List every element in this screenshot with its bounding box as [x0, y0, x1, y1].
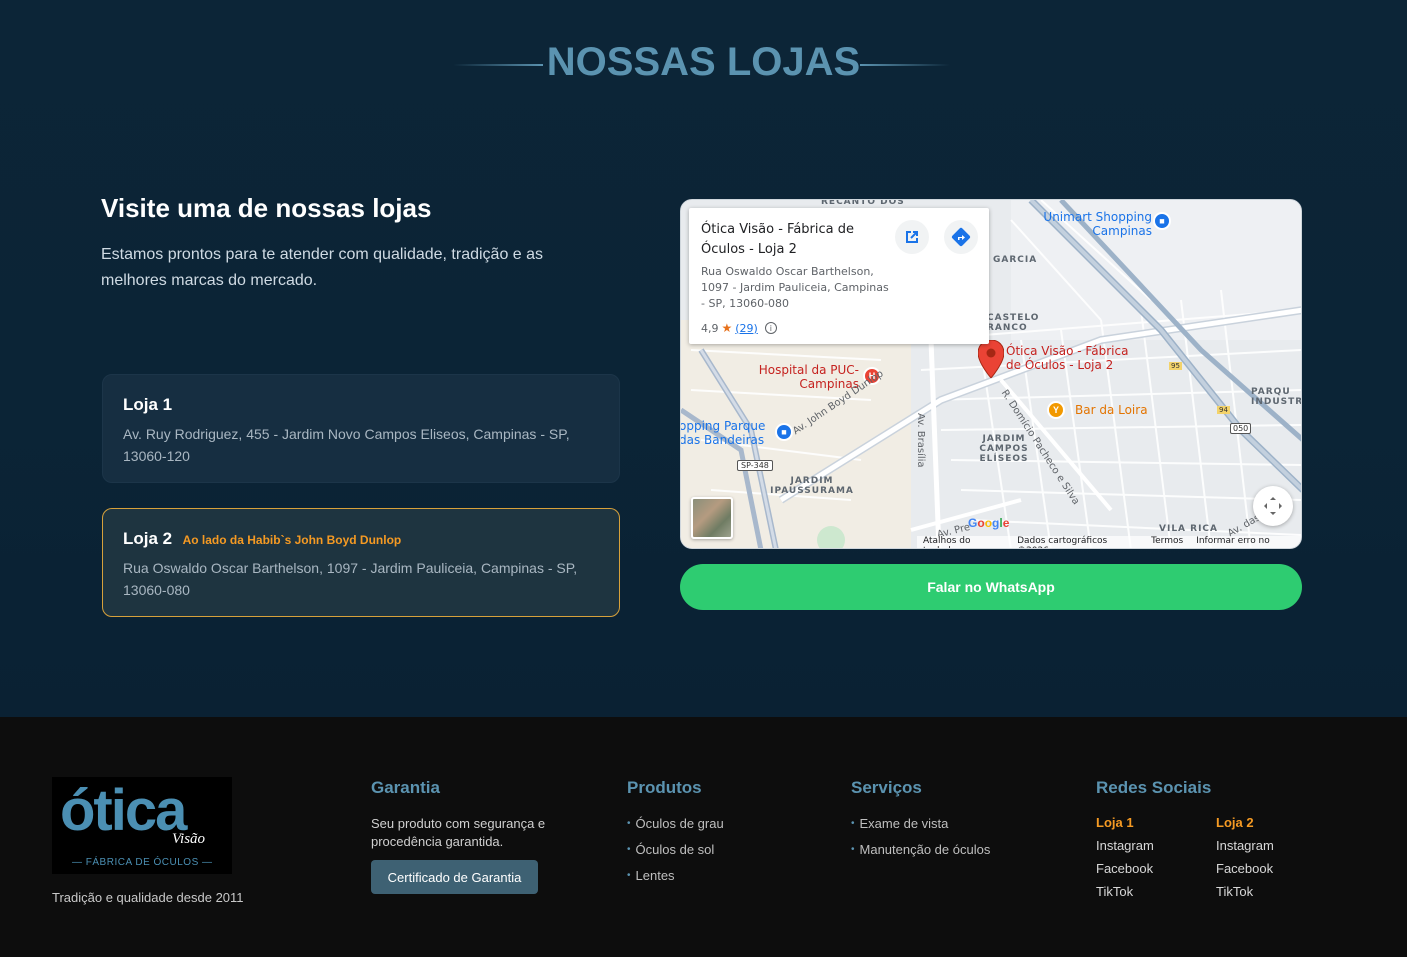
logo[interactable]: ótica Visão — FÁBRICA DE ÓCULOS — — [52, 777, 232, 874]
garantia-text: Seu produto com segurança e procedência … — [371, 816, 546, 849]
map-route-94: 94 — [1217, 406, 1230, 414]
store-name: Loja 1 — [123, 395, 173, 414]
location-pin-icon[interactable] — [978, 340, 1004, 378]
keyboard-shortcuts-link[interactable]: Atalhos do teclado — [923, 536, 1004, 548]
produtos-title: Produtos — [627, 778, 702, 797]
store-tag: Ao lado da Habib`s John Boyd Dunlop — [182, 533, 402, 547]
servicos-item-label: Manutenção de óculos — [859, 841, 991, 857]
bullet-icon: • — [627, 843, 631, 855]
servicos-item[interactable]: • Manutenção de óculos — [851, 836, 990, 862]
servicos-title: Serviços — [851, 778, 922, 797]
bullet-icon: • — [627, 869, 631, 881]
map-info-card: Ótica Visão - Fábrica de Óculos - Loja 2… — [689, 208, 989, 344]
google-logo: Google — [968, 516, 1010, 530]
place-address: Rua Oswaldo Oscar Barthelson, 1097 - Jar… — [701, 265, 889, 310]
servicos-list: • Exame de vista • Manutenção de óculos — [851, 810, 990, 862]
map-label-campos-eliseos: JARDIM CAMPOS ELÍSEOS — [979, 434, 1029, 464]
social-head: Loja 1 — [1096, 815, 1134, 830]
store-address: Rua Oswaldo Oscar Barthelson, 1097 - Jar… — [123, 560, 578, 598]
cocktail-icon[interactable]: Y — [1047, 401, 1065, 419]
title-decoration-right — [860, 64, 950, 66]
map-label-ipaussurama: JARDIM IPAUSSURAMA — [770, 476, 854, 496]
bullet-icon: • — [627, 817, 631, 829]
map-route-050: 050 — [1230, 423, 1252, 434]
logo-otica-text: ótica — [60, 778, 187, 843]
map-route-95: 95 — [1169, 362, 1182, 370]
bullet-icon: • — [851, 817, 855, 829]
fullscreen-icon[interactable] — [1253, 486, 1293, 526]
map-footer: Atalhos do teclado Dados cartográficos ©… — [917, 536, 1301, 548]
whatsapp-button[interactable]: Falar no WhatsApp — [680, 564, 1302, 610]
map-marker-label[interactable]: Ótica Visão - Fábrica de Óculos - Loja 2 — [1006, 344, 1136, 372]
map-route-sp348: SP-348 — [737, 460, 773, 471]
rating-value: 4,9 — [701, 321, 719, 335]
instagram-link[interactable]: Instagram — [1216, 838, 1274, 861]
servicos-item[interactable]: • Exame de vista — [851, 810, 990, 836]
star-icon: ★ — [721, 321, 733, 335]
produtos-item-label: Óculos de sol — [635, 841, 715, 857]
map-poi-hospital[interactable]: Hospital da PUC-Campinas — [753, 363, 859, 391]
open-in-maps-icon[interactable] — [895, 220, 929, 254]
reviews-count-link[interactable]: (29) — [735, 322, 758, 335]
map-label-garcia: GARCIA — [993, 255, 1038, 265]
shopping-bag-icon[interactable]: ■ — [775, 423, 793, 441]
produtos-item[interactable]: • Óculos de sol — [627, 836, 724, 862]
shopping-bag-icon[interactable]: ■ — [1153, 212, 1171, 230]
map-label-vila-rica: VILA RICA — [1159, 524, 1218, 534]
produtos-item-label: Lentes — [635, 867, 675, 883]
servicos-item-label: Exame de vista — [859, 815, 949, 831]
facebook-link[interactable]: Facebook — [1216, 861, 1274, 884]
section-title: NOSSAS LOJAS — [546, 40, 861, 84]
stores-section: NOSSAS LOJAS Visite uma de nossas lojas … — [0, 0, 1407, 717]
site-footer: ótica Visão — FÁBRICA DE ÓCULOS — Tradiç… — [0, 717, 1407, 957]
map-label-castelo: CASTELO RANCO — [987, 313, 1040, 333]
satellite-toggle[interactable] — [691, 497, 733, 539]
store-card-loja-1[interactable]: Loja 1 Av. Ruy Rodriguez, 455 - Jardim N… — [102, 374, 620, 483]
terms-link[interactable]: Termos — [1151, 536, 1183, 548]
social-links-loja-1: Loja 1 Instagram Facebook TikTok — [1096, 815, 1154, 907]
map-poi-unimart[interactable]: Unimart Shopping Campinas — [1037, 210, 1152, 238]
instagram-link[interactable]: Instagram — [1096, 838, 1154, 861]
visit-heading: Visite uma de nossas lojas — [101, 193, 432, 223]
produtos-list: • Óculos de grau • Óculos de sol • Lentes — [627, 810, 724, 888]
garantia-title: Garantia — [371, 778, 440, 797]
report-error-link[interactable]: Informar erro no mapa — [1196, 536, 1295, 548]
produtos-item-label: Óculos de grau — [635, 815, 724, 831]
place-title: Ótica Visão - Fábrica de Óculos - Loja 2 — [701, 222, 855, 257]
info-icon[interactable]: i — [764, 322, 777, 334]
bullet-icon: • — [851, 843, 855, 855]
store-name: Loja 2 — [123, 529, 173, 548]
tiktok-link[interactable]: TikTok — [1216, 884, 1274, 907]
social-head: Loja 2 — [1216, 815, 1254, 830]
map-label-parque: PARQU INDUSTR — [1251, 387, 1302, 407]
place-rating: 4,9 ★ (29) i — [701, 321, 977, 335]
visit-description: Estamos prontos para te atender com qual… — [101, 246, 544, 289]
produtos-item[interactable]: • Óculos de grau — [627, 810, 724, 836]
map-poi-shopping-parque[interactable]: opping Parque das Bandeiras — [681, 419, 771, 447]
map-street-brasilia: Av. Brasília — [915, 413, 926, 468]
certificado-garantia-button[interactable]: Certificado de Garantia — [371, 860, 538, 894]
store-card-loja-2[interactable]: Loja 2 Ao lado da Habib`s John Boyd Dunl… — [102, 508, 620, 617]
facebook-link[interactable]: Facebook — [1096, 861, 1154, 884]
logo-visao-text: Visão — [172, 831, 206, 847]
redes-sociais-title: Redes Sociais — [1096, 778, 1212, 797]
social-links-loja-2: Loja 2 Instagram Facebook TikTok — [1216, 815, 1274, 907]
map-data-text: Dados cartográficos ©2026 — [1017, 536, 1108, 548]
directions-icon[interactable] — [944, 220, 978, 254]
produtos-item[interactable]: • Lentes — [627, 862, 724, 888]
store-address: Av. Ruy Rodriguez, 455 - Jardim Novo Cam… — [123, 426, 570, 464]
map-label-recanto: RECANTO DOS — [821, 199, 905, 207]
tiktok-link[interactable]: TikTok — [1096, 884, 1154, 907]
store-map[interactable]: RECANTO DOS Unimart Shopping Campinas ■ … — [680, 199, 1302, 549]
map-poi-bar[interactable]: Bar da Loira — [1075, 403, 1148, 417]
logo-fabrica-text: — FÁBRICA DE ÓCULOS — — [72, 857, 213, 868]
footer-tagline: Tradição e qualidade desde 2011 — [52, 890, 244, 905]
